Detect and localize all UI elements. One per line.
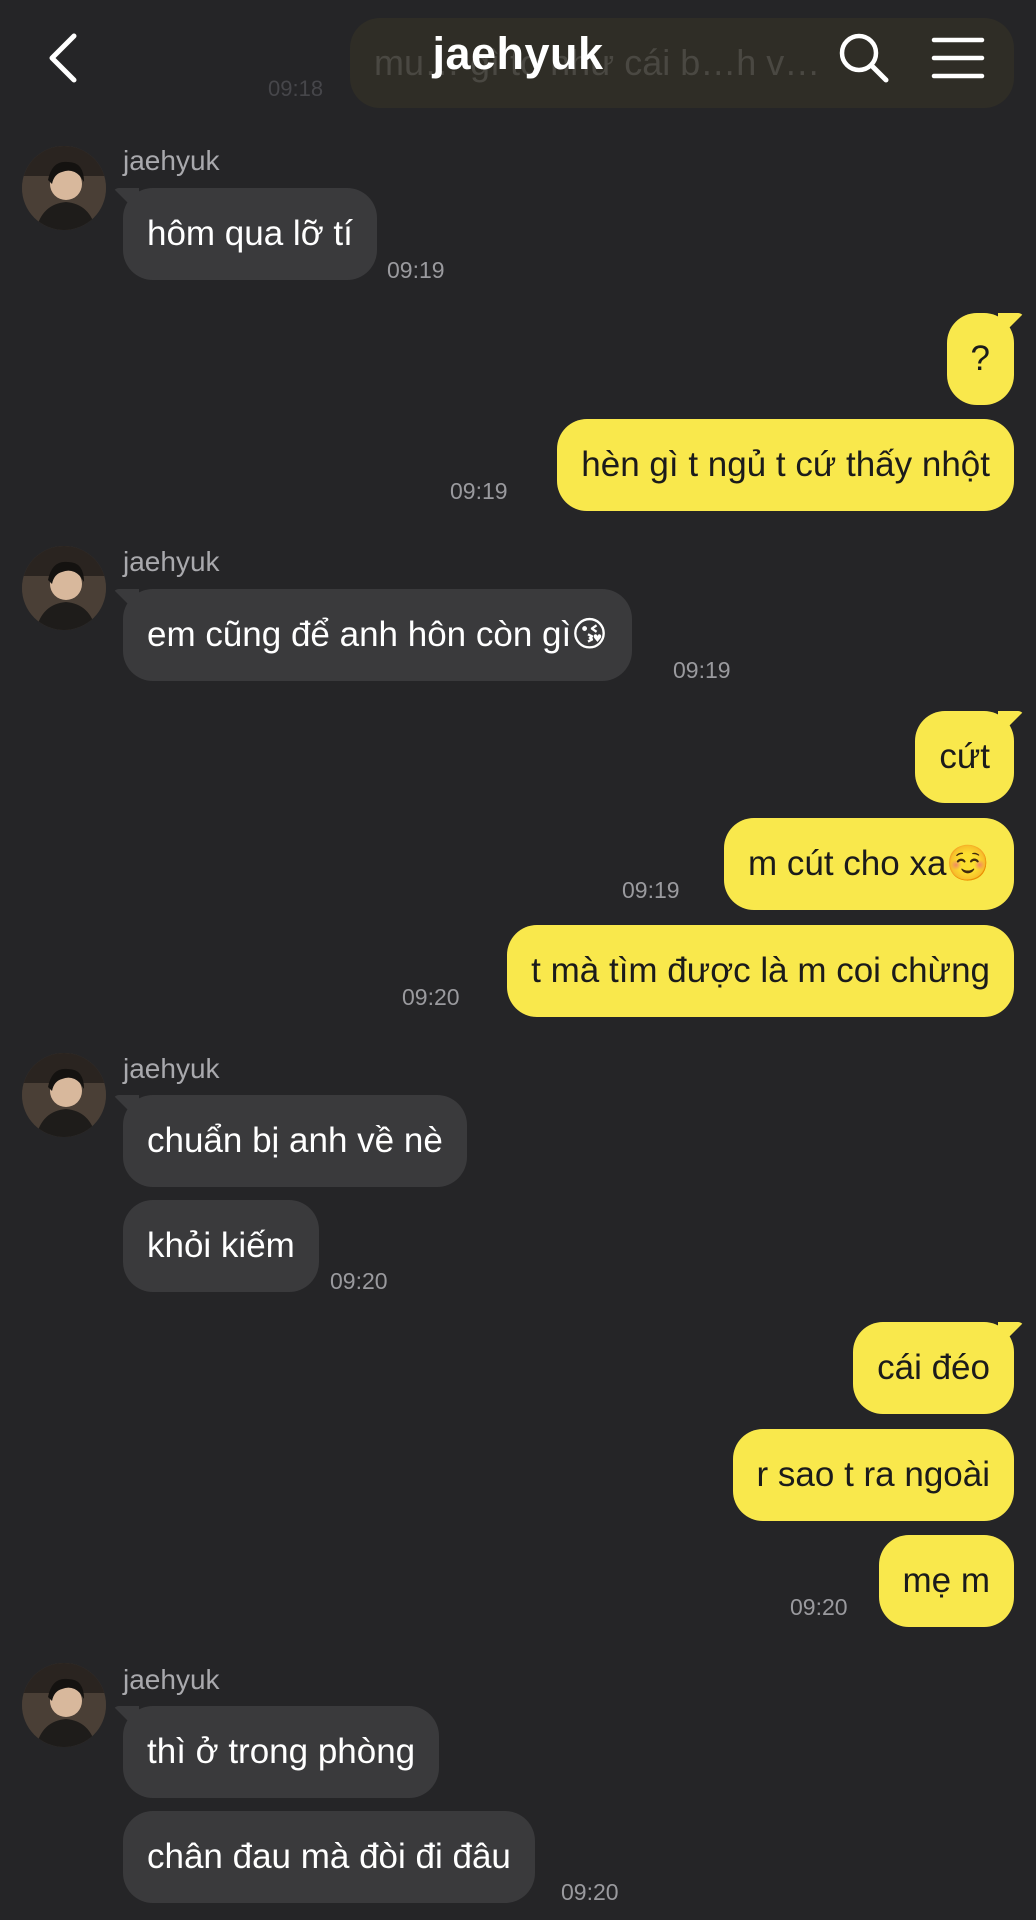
incoming-message-bubble[interactable]: chuẩn bị anh về nè xyxy=(123,1095,467,1187)
message-time: 09:19 xyxy=(450,478,508,504)
menu-button[interactable] xyxy=(930,32,986,88)
message-time: 09:19 xyxy=(673,657,731,683)
avatar[interactable] xyxy=(22,1053,106,1137)
message-text: khỏi kiếm xyxy=(147,1226,295,1265)
outgoing-message-bubble[interactable]: cứt xyxy=(915,711,1014,803)
outgoing-message-bubble[interactable]: t mà tìm được là m coi chừng xyxy=(507,925,1014,1017)
message-text: chân đau mà đòi đi đâu xyxy=(147,1837,511,1876)
message-text: mẹ m xyxy=(902,1561,991,1600)
search-button[interactable] xyxy=(836,30,892,86)
sender-name: jaehyuk xyxy=(123,1664,220,1695)
message-text: r sao t ra ngoài xyxy=(756,1455,990,1494)
message-time: 09:19 xyxy=(387,257,445,283)
message-text: m cút cho xa☺️ xyxy=(748,844,990,883)
incoming-message-bubble[interactable]: em cũng để anh hôn còn gì😘 xyxy=(123,589,632,681)
outgoing-message-bubble[interactable]: ? xyxy=(946,313,1014,405)
message-time: 09:20 xyxy=(402,984,460,1010)
incoming-message-bubble[interactable]: thì ở trong phòng xyxy=(123,1706,440,1798)
outgoing-message-bubble[interactable]: hèn gì t ngủ t cứ thấy nhột xyxy=(557,419,1014,511)
avatar[interactable] xyxy=(22,1663,106,1747)
chat-screen: mu… gì to như cái b…h v… 09:18 jaehyuk j… xyxy=(0,0,1036,1920)
message-time: 09:20 xyxy=(561,1879,619,1905)
incoming-message-bubble[interactable]: hôm qua lỡ tí xyxy=(123,188,377,280)
message-text: hèn gì t ngủ t cứ thấy nhột xyxy=(581,445,990,484)
profile-photo-icon xyxy=(22,546,106,630)
avatar[interactable] xyxy=(22,146,106,230)
outgoing-message-bubble[interactable]: mẹ m xyxy=(878,1535,1014,1627)
profile-photo-icon xyxy=(22,146,106,230)
search-icon xyxy=(839,33,889,83)
profile-photo-icon xyxy=(22,1053,106,1137)
outgoing-message-bubble[interactable]: cái đéo xyxy=(853,1322,1014,1414)
message-text: ? xyxy=(970,339,990,378)
message-text: thì ở trong phòng xyxy=(147,1732,416,1771)
profile-photo-icon xyxy=(22,1663,106,1747)
outgoing-message-bubble[interactable]: m cút cho xa☺️ xyxy=(724,818,1014,910)
message-text: em cũng để anh hôn còn gì😘 xyxy=(147,615,608,654)
sender-name: jaehyuk xyxy=(123,1053,220,1084)
message-text: cứt xyxy=(939,737,990,776)
menu-icon xyxy=(931,37,985,79)
message-time: 09:20 xyxy=(790,1594,848,1620)
avatar[interactable] xyxy=(22,546,106,630)
message-time: 09:19 xyxy=(622,877,680,903)
message-text: hôm qua lỡ tí xyxy=(147,214,353,253)
sender-name: jaehyuk xyxy=(123,546,220,577)
sender-name: jaehyuk xyxy=(123,145,220,176)
incoming-message-bubble[interactable]: khỏi kiếm xyxy=(123,1200,319,1292)
incoming-message-bubble[interactable]: chân đau mà đòi đi đâu xyxy=(123,1811,535,1903)
message-text: chuẩn bị anh về nè xyxy=(147,1121,443,1160)
outgoing-message-bubble[interactable]: r sao t ra ngoài xyxy=(732,1429,1014,1521)
chat-header: mu… gì to như cái b…h v… 09:18 jaehyuk xyxy=(0,0,1036,118)
message-text: t mà tìm được là m coi chừng xyxy=(531,951,990,990)
message-text: cái đéo xyxy=(877,1348,990,1387)
message-time: 09:20 xyxy=(330,1268,388,1294)
